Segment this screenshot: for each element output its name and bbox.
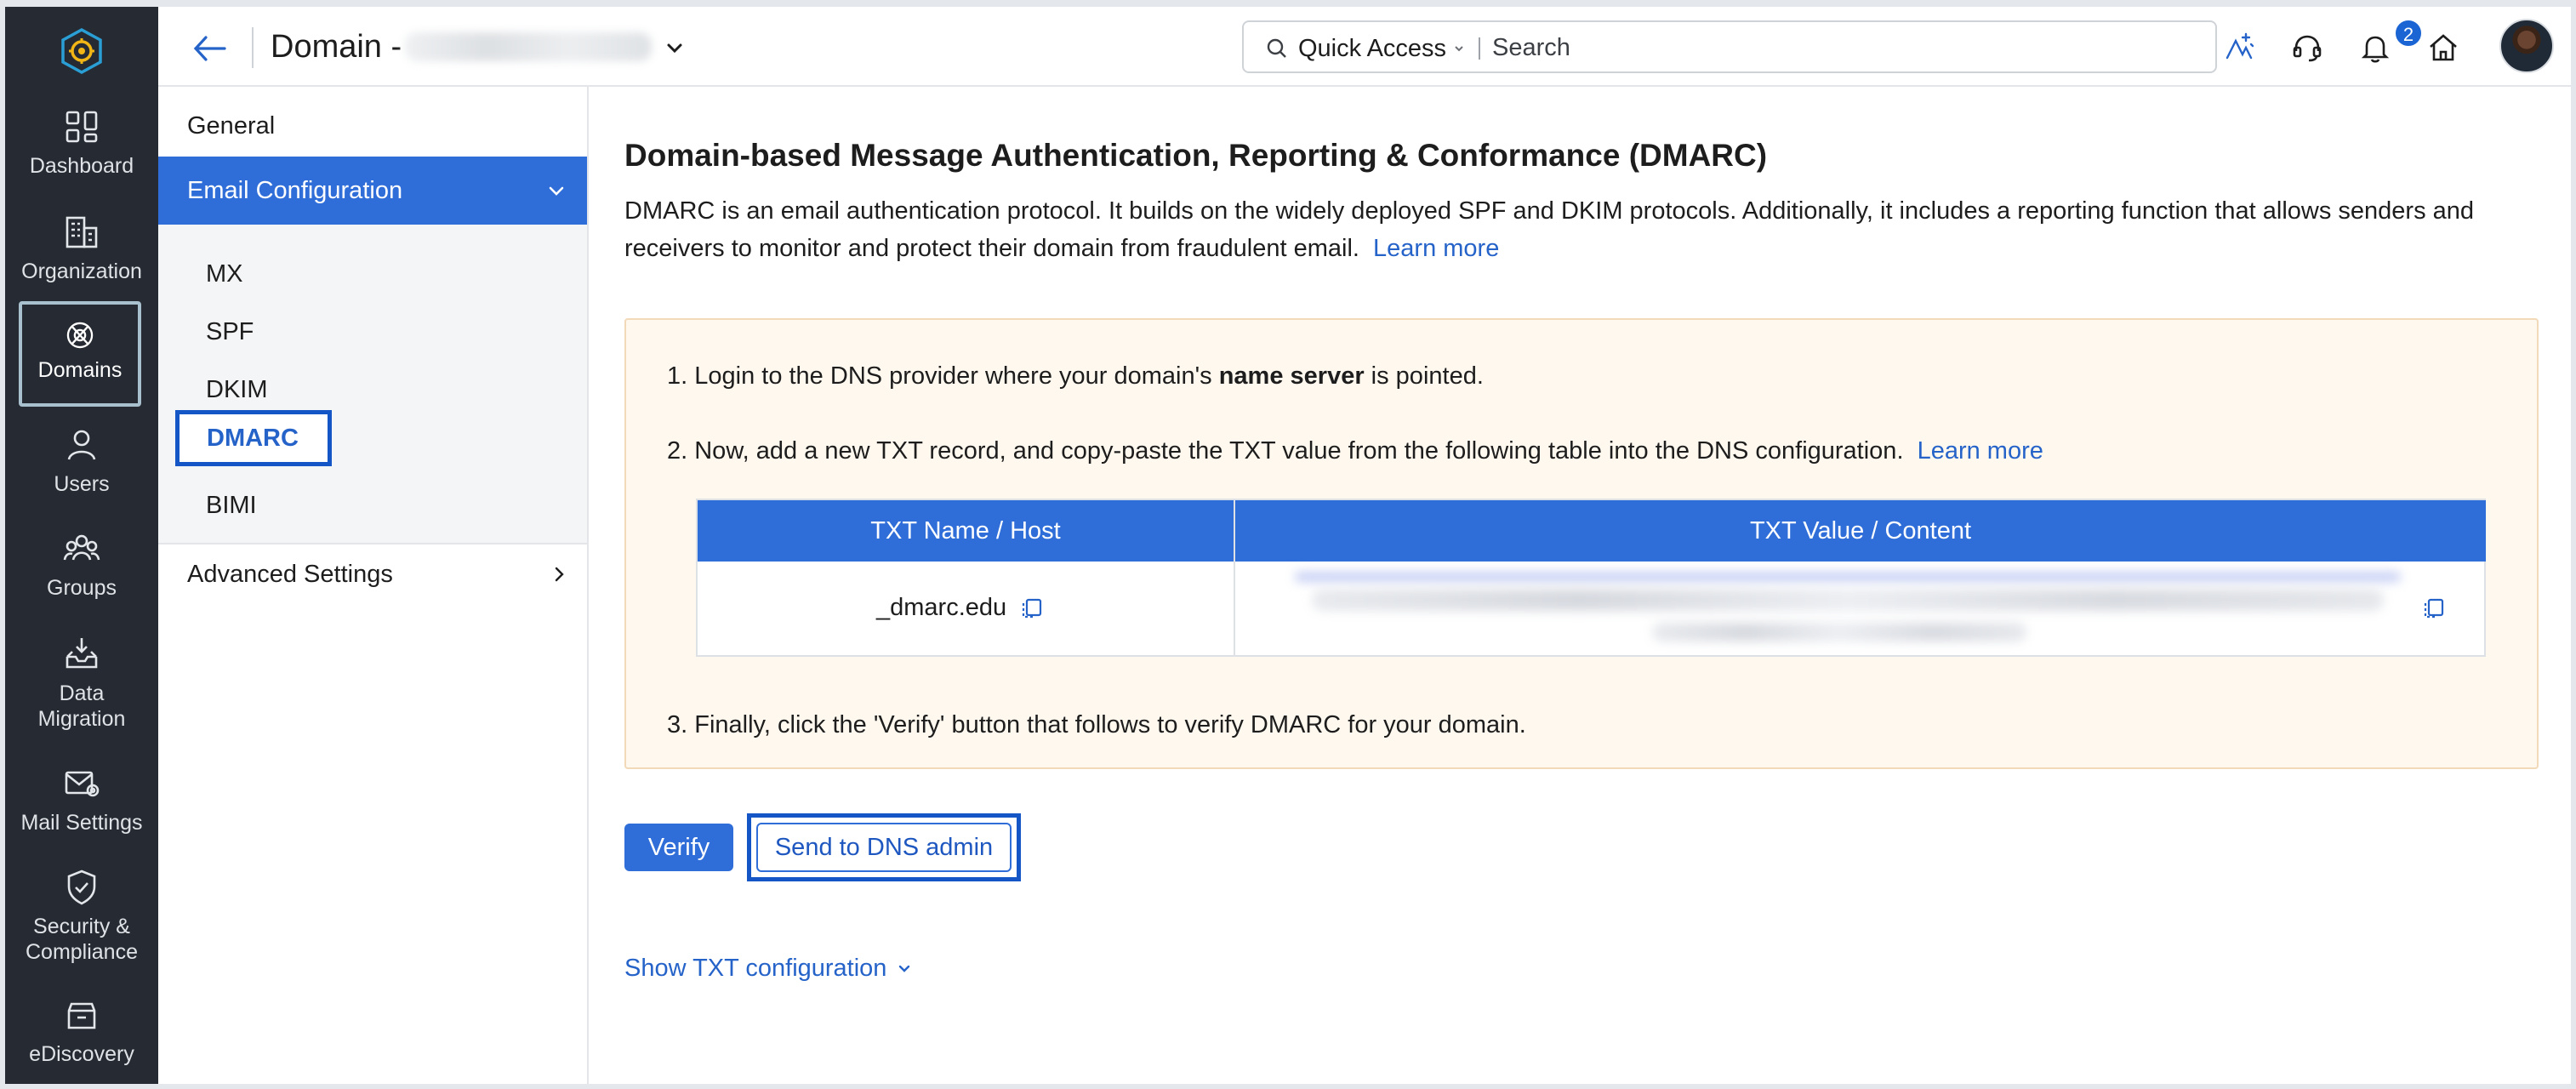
back-arrow-icon[interactable] <box>189 27 231 70</box>
subnav-item-label: DMARC <box>207 425 299 452</box>
left-rail: Dashboard Organization Domains Users Gro… <box>5 7 158 1084</box>
rail-label: Organization <box>21 259 142 283</box>
user-icon <box>67 430 96 460</box>
rail-item-domains[interactable]: Domains <box>19 301 141 407</box>
column-header-name: TXT Name / Host <box>698 500 1234 562</box>
redacted-domain-name <box>405 32 652 61</box>
rail-label: Dashboard <box>29 154 134 178</box>
send-to-dns-admin-button[interactable]: Send to DNS admin <box>756 823 1012 872</box>
top-bar: Domain - Quick Access 2 <box>158 7 2571 87</box>
rail-item-mail-settings[interactable]: Mail Settings <box>5 762 158 835</box>
rail-label: Mail Settings <box>20 811 143 835</box>
quick-access-dropdown[interactable]: Quick Access <box>1298 34 1446 63</box>
subnav-item-bimi[interactable]: BIMI <box>206 490 257 521</box>
rail-item-groups[interactable]: Groups <box>5 527 158 601</box>
app-window: Dashboard Organization Domains Users Gro… <box>5 7 2571 1084</box>
learn-more-link[interactable]: Learn more <box>1373 235 1499 262</box>
rail-item-dashboard[interactable]: Dashboard <box>5 105 158 179</box>
txt-record-table: TXT Name / Host TXT Value / Content _dma… <box>696 499 2486 657</box>
email-configuration-submenu: MX SPF DKIM BIMI <box>158 225 587 544</box>
rail-item-data-migration[interactable]: Data Migration <box>5 633 158 732</box>
show-txt-configuration-link[interactable]: Show TXT configuration <box>624 953 886 984</box>
bell-icon[interactable] <box>2357 29 2394 66</box>
step-1-bold: name server <box>1218 362 1365 390</box>
rail-item-organization[interactable]: Organization <box>5 211 158 284</box>
chevron-down-icon[interactable] <box>1451 41 1467 56</box>
search-input[interactable] <box>1492 32 2190 63</box>
copy-icon[interactable] <box>2419 594 2448 623</box>
search-bar[interactable]: Quick Access <box>1242 20 2217 73</box>
description-text: DMARC is an email authentication protoco… <box>624 197 2475 262</box>
shield-icon <box>67 869 96 905</box>
subnav-item-label: Email Configuration <box>187 177 403 204</box>
globe-icon <box>66 322 94 349</box>
chevron-right-icon[interactable] <box>548 563 570 585</box>
header-divider <box>252 27 254 68</box>
rail-label: Groups <box>47 576 117 600</box>
chevron-down-icon[interactable] <box>544 179 568 202</box>
column-header-value: TXT Value / Content <box>1235 500 2486 562</box>
mail-settings-icon <box>65 771 100 797</box>
subnav-item-dmarc[interactable]: DMARC <box>175 410 332 466</box>
avatar[interactable] <box>2499 19 2554 73</box>
dmarc-description: DMARC is an email authentication protoco… <box>624 192 2496 267</box>
dashboard-icon <box>66 111 98 143</box>
copy-icon[interactable] <box>1017 594 1046 623</box>
search-divider <box>1479 37 1480 60</box>
subnav-item-general[interactable]: General <box>187 111 275 141</box>
subnav-item-dkim[interactable]: DKIM <box>206 374 268 405</box>
step-2-text: 2. Now, add a new TXT record, and copy-p… <box>667 437 1904 465</box>
subnav-item-spf[interactable]: SPF <box>206 316 254 347</box>
search-icon <box>1267 38 1286 58</box>
rail-label: eDiscovery <box>29 1042 134 1066</box>
app-logo-icon[interactable] <box>58 27 105 75</box>
subnav-item-email-configuration[interactable]: Email Configuration <box>158 157 587 225</box>
rail-item-security-compliance[interactable]: Security & Compliance <box>5 866 158 965</box>
data-migration-icon <box>66 638 98 669</box>
rail-item-users[interactable]: Users <box>5 424 158 497</box>
send-to-dns-admin-highlight: Send to DNS admin <box>747 813 1021 881</box>
page-title: Domain - <box>271 29 402 65</box>
rail-label: Security & Compliance <box>25 915 138 964</box>
organization-icon <box>66 216 98 248</box>
dmarc-panel: Domain-based Message Authentication, Rep… <box>590 87 2571 1084</box>
page-heading: Domain-based Message Authentication, Rep… <box>624 138 1768 173</box>
txt-name-cell: _dmarc.edu <box>876 594 1007 621</box>
step-2: 2. Now, add a new TXT record, and copy-p… <box>667 436 2043 466</box>
redacted-txt-value <box>1295 572 2426 648</box>
step-1-prefix: 1. Login to the DNS provider where your … <box>667 362 1219 390</box>
chevron-down-icon[interactable] <box>660 34 689 63</box>
whats-new-icon[interactable] <box>2220 29 2258 66</box>
headset-icon[interactable] <box>2288 29 2326 66</box>
groups-icon <box>63 534 100 561</box>
step-1: 1. Login to the DNS provider where your … <box>667 361 1484 391</box>
rail-item-ediscovery[interactable]: eDiscovery <box>5 994 158 1067</box>
ediscovery-icon <box>67 1002 96 1029</box>
home-icon[interactable] <box>2425 29 2462 66</box>
step-1-suffix: is pointed. <box>1364 362 1484 390</box>
domain-settings-nav: General Email Configuration MX SPF DKIM … <box>158 87 589 1084</box>
chevron-down-icon[interactable] <box>895 960 914 978</box>
rail-label: Data Migration <box>37 681 126 731</box>
notification-badge: 2 <box>2394 19 2423 48</box>
subnav-item-advanced-settings[interactable]: Advanced Settings <box>187 559 393 590</box>
setup-instructions: 1. Login to the DNS provider where your … <box>624 318 2539 769</box>
learn-more-link[interactable]: Learn more <box>1918 437 2043 465</box>
verify-button[interactable]: Verify <box>624 824 733 871</box>
rail-label: Domains <box>37 358 123 382</box>
column-divider <box>1234 500 1235 657</box>
subnav-item-mx[interactable]: MX <box>206 259 243 289</box>
rail-label: Users <box>54 472 110 496</box>
step-3: 3. Finally, click the 'Verify' button th… <box>667 711 1526 738</box>
